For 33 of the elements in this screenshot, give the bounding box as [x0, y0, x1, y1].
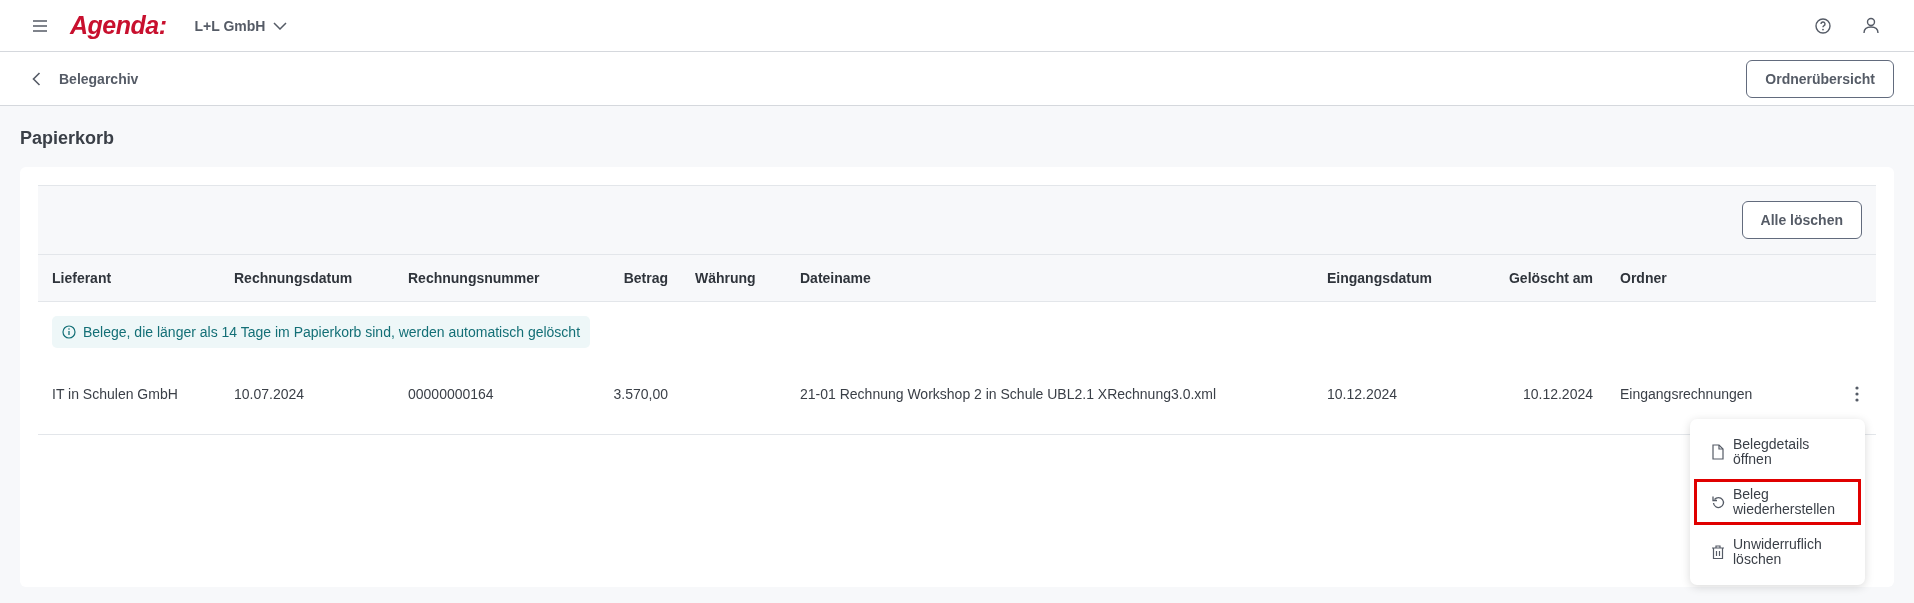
- delete-all-button[interactable]: Alle löschen: [1741, 201, 1862, 239]
- menu-item[interactable]: Unwiderruflich löschen: [1694, 529, 1861, 575]
- column-header[interactable]: Rechnungsdatum: [234, 270, 408, 286]
- menu-item[interactable]: Beleg wiederherstellen: [1694, 479, 1861, 525]
- column-header[interactable]: Dateiname: [800, 270, 1327, 286]
- column-header[interactable]: Betrag: [578, 270, 695, 286]
- table-cell-text: 3.570,00: [612, 386, 669, 402]
- trash-icon: [1711, 544, 1725, 560]
- table-cell-text: 00000000164: [408, 386, 495, 402]
- chevron-down-icon: [273, 21, 288, 30]
- back-link[interactable]: Belegarchiv: [32, 70, 139, 87]
- table-cell-text: Eingangsrechnungen: [1620, 386, 1754, 402]
- table-cell-text: 10.07.2024: [234, 386, 306, 402]
- table-cell-text: 10.12.2024: [1327, 386, 1399, 402]
- logo: Agenda:: [70, 11, 167, 40]
- column-header[interactable]: Lieferant: [52, 270, 234, 286]
- company-dropdown[interactable]: L+L GmbH: [194, 17, 288, 34]
- column-header[interactable]: Ordner: [1620, 270, 1820, 286]
- column-header[interactable]: Währung: [695, 270, 800, 286]
- column-header[interactable]: Eingangsdatum: [1327, 270, 1440, 286]
- table-cell-text: 10.12.2024: [1521, 386, 1594, 402]
- document-icon: [1711, 444, 1725, 460]
- menu-item[interactable]: Belegdetails öffnen: [1694, 429, 1861, 475]
- restore-icon: [1711, 494, 1725, 510]
- folder-overview-button[interactable]: Ordnerübersicht: [1746, 59, 1894, 98]
- page-title: Papierkorb: [19, 127, 116, 150]
- column-header[interactable]: Gelöscht am: [1440, 270, 1620, 286]
- menu-icon[interactable]: [32, 18, 48, 33]
- column-header[interactable]: Rechnungsnummer: [408, 270, 578, 286]
- info-banner: Belege, die länger als 14 Tage im Papierkorb sind, werden automatisch gelöscht: [52, 316, 591, 348]
- table-cell-text: 21-01 Rechnung Workshop 2 in Schule UBL2.1 XRechnung3.0.xml: [800, 386, 1218, 402]
- more-options-icon[interactable]: [1854, 385, 1860, 403]
- table-cell-text: IT in Schulen GmbH: [52, 386, 179, 402]
